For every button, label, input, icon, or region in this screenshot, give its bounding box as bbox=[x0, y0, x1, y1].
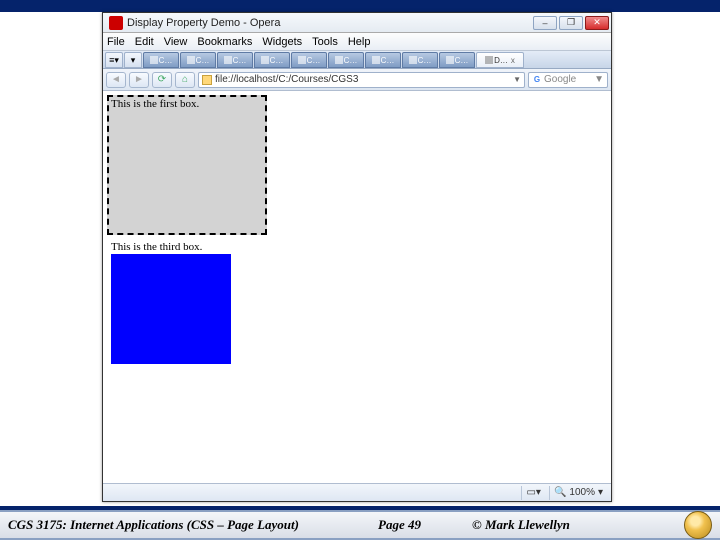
favicon-icon bbox=[202, 75, 212, 85]
third-box-body bbox=[111, 254, 231, 364]
back-button[interactable]: ◄ bbox=[106, 72, 126, 88]
tab-item[interactable]: C… bbox=[365, 52, 401, 68]
dropdown-icon[interactable]: ▼ bbox=[513, 75, 521, 84]
page-icon bbox=[224, 56, 232, 64]
minimize-button[interactable]: – bbox=[533, 16, 557, 30]
menu-help[interactable]: Help bbox=[348, 36, 371, 48]
tab-item[interactable]: C… bbox=[439, 52, 475, 68]
google-icon: G bbox=[532, 75, 542, 85]
page-number: Page 49 bbox=[378, 517, 421, 533]
url-text: file://localhost/C:/Courses/CGS3 bbox=[215, 74, 358, 85]
search-field[interactable]: G Google ▼ bbox=[528, 72, 608, 88]
maximize-button[interactable]: ❐ bbox=[559, 16, 583, 30]
page-icon bbox=[372, 56, 380, 64]
zoom-value: 100% bbox=[569, 487, 595, 498]
new-tab-button[interactable]: ▾ bbox=[124, 52, 142, 68]
page-icon bbox=[335, 56, 343, 64]
menu-tools[interactable]: Tools bbox=[312, 36, 338, 48]
window-title: Display Property Demo - Opera bbox=[127, 17, 533, 29]
menu-view[interactable]: View bbox=[164, 36, 188, 48]
page-icon bbox=[261, 56, 269, 64]
dropdown-icon[interactable]: ▾ bbox=[598, 487, 603, 498]
reload-button[interactable]: ⟳ bbox=[152, 72, 172, 88]
opera-icon bbox=[109, 16, 123, 30]
page-icon bbox=[298, 56, 306, 64]
status-bar: ▭▾ 🔍 100% ▾ bbox=[103, 483, 611, 501]
first-box-text: This is the first box. bbox=[111, 98, 199, 110]
title-bar: Display Property Demo - Opera – ❐ ✕ bbox=[103, 13, 611, 33]
address-field[interactable]: file://localhost/C:/Courses/CGS3 ▼ bbox=[198, 72, 525, 88]
first-box: This is the first box. bbox=[107, 95, 267, 235]
browser-window: Display Property Demo - Opera – ❐ ✕ File… bbox=[102, 12, 612, 502]
menu-bookmarks[interactable]: Bookmarks bbox=[197, 36, 252, 48]
menu-file[interactable]: File bbox=[107, 36, 125, 48]
ucf-logo-icon bbox=[684, 511, 712, 539]
page-icon bbox=[446, 56, 454, 64]
zoom-icon: 🔍 bbox=[554, 487, 566, 498]
page-content: This is the first box. This is the third… bbox=[103, 91, 611, 483]
page-icon bbox=[150, 56, 158, 64]
menu-widgets[interactable]: Widgets bbox=[262, 36, 302, 48]
menu-bar: File Edit View Bookmarks Widgets Tools H… bbox=[103, 33, 611, 51]
tab-item[interactable]: C… bbox=[291, 52, 327, 68]
tab-item[interactable]: C… bbox=[217, 52, 253, 68]
tab-label: D… bbox=[494, 56, 508, 65]
tab-item[interactable]: C… bbox=[254, 52, 290, 68]
dropdown-icon[interactable]: ▼ bbox=[594, 74, 604, 85]
tab-item[interactable]: C… bbox=[180, 52, 216, 68]
search-placeholder: Google bbox=[544, 74, 576, 85]
course-title: CGS 3175: Internet Applications (CSS – P… bbox=[8, 517, 299, 533]
zoom-control[interactable]: 🔍 100% ▾ bbox=[549, 486, 607, 500]
third-box: This is the third box. bbox=[111, 241, 231, 364]
tab-item[interactable]: C… bbox=[328, 52, 364, 68]
tab-item[interactable]: C… bbox=[143, 52, 179, 68]
forward-button[interactable]: ► bbox=[129, 72, 149, 88]
third-box-text: This is the third box. bbox=[111, 241, 231, 254]
page-icon bbox=[187, 56, 195, 64]
address-toolbar: ◄ ► ⟳ ⌂ file://localhost/C:/Courses/CGS3… bbox=[103, 69, 611, 91]
window-controls: – ❐ ✕ bbox=[533, 16, 609, 30]
author-credit: © Mark Llewellyn bbox=[472, 517, 570, 533]
home-button[interactable]: ⌂ bbox=[175, 72, 195, 88]
tab-item-active[interactable]: D… x bbox=[476, 52, 524, 68]
view-mode-button[interactable]: ▭▾ bbox=[521, 486, 544, 500]
slide-footer: CGS 3175: Internet Applications (CSS – P… bbox=[0, 510, 720, 540]
close-button[interactable]: ✕ bbox=[585, 16, 609, 30]
tab-strip: ≡▾ ▾ C… C… C… C… C… C… C… C… C… D… x bbox=[103, 51, 611, 69]
tab-close-icon[interactable]: x bbox=[511, 56, 515, 65]
page-icon bbox=[485, 56, 493, 64]
page-icon bbox=[409, 56, 417, 64]
panel-toggle-button[interactable]: ≡▾ bbox=[105, 52, 123, 68]
menu-edit[interactable]: Edit bbox=[135, 36, 154, 48]
tab-item[interactable]: C… bbox=[402, 52, 438, 68]
